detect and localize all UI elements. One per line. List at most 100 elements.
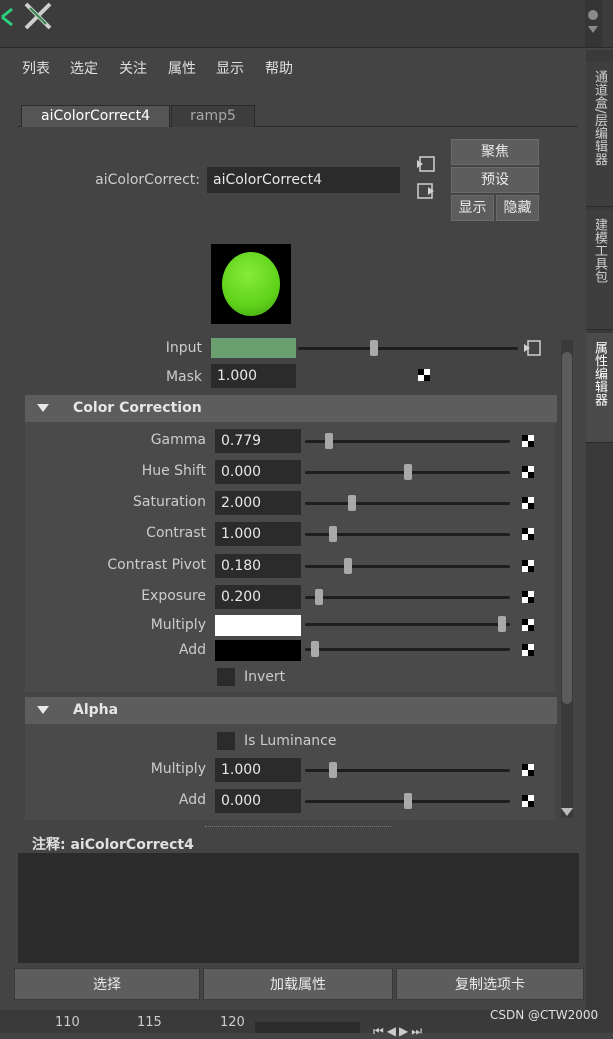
focus-button[interactable]: 聚焦 bbox=[451, 139, 539, 165]
cc-multiply-slider-handle[interactable] bbox=[498, 616, 506, 632]
cc-slider-handle[interactable] bbox=[325, 433, 333, 449]
side-tab-channel-box[interactable]: 通道盒/层编辑器 bbox=[586, 62, 613, 207]
collapse-triangle-icon[interactable] bbox=[37, 404, 49, 412]
input-slider-handle[interactable] bbox=[370, 340, 378, 356]
cc-slider-handle[interactable] bbox=[315, 589, 323, 605]
timeline-tick: 115 bbox=[137, 1015, 162, 1030]
arrow-icon[interactable] bbox=[0, 4, 18, 30]
alpha-map-icon[interactable] bbox=[522, 795, 534, 807]
menu-attributes[interactable]: 属性 bbox=[168, 58, 196, 78]
cc-label: Exposure bbox=[141, 588, 206, 604]
cc-slider-track[interactable] bbox=[305, 596, 510, 599]
side-tab-attribute-editor[interactable]: 属性编辑器 bbox=[586, 333, 613, 443]
alpha-value-field[interactable]: 1.000 bbox=[215, 758, 301, 782]
cc-map-icon[interactable] bbox=[522, 435, 534, 447]
menu-focus[interactable]: 关注 bbox=[119, 58, 147, 78]
cc-label: Contrast Pivot bbox=[107, 557, 206, 573]
frame-field[interactable] bbox=[255, 1022, 360, 1033]
node-name-label: aiColorCorrect: bbox=[95, 172, 200, 188]
show-button[interactable]: 显示 bbox=[451, 195, 494, 221]
cc-add-label: Add bbox=[178, 642, 206, 658]
cc-slider-handle[interactable] bbox=[404, 464, 412, 480]
invert-label: Invert bbox=[244, 669, 286, 685]
cc-slider-track[interactable] bbox=[305, 565, 510, 568]
cc-map-icon[interactable] bbox=[522, 497, 534, 509]
toolbar-scrollbar[interactable] bbox=[585, 0, 602, 47]
playback-controls-icon[interactable]: ⏮◀▶⏭ bbox=[373, 1024, 425, 1039]
menu-show[interactable]: 显示 bbox=[216, 58, 244, 78]
cc-label: Gamma bbox=[150, 432, 206, 448]
cc-multiply-color[interactable] bbox=[215, 615, 301, 636]
cc-slider-handle[interactable] bbox=[344, 558, 352, 574]
copy-tab-button[interactable]: 复制选项卡 bbox=[396, 968, 584, 1000]
side-tab-modeling-toolkit[interactable]: 建模工具包 bbox=[586, 210, 613, 330]
side-tabs: 通道盒/层编辑器 建模工具包 属性编辑器 bbox=[586, 50, 613, 1033]
cc-value-field[interactable]: 0.180 bbox=[215, 554, 301, 578]
scroll-down-icon[interactable] bbox=[588, 26, 598, 33]
cc-multiply-map-icon[interactable] bbox=[522, 619, 534, 631]
cc-slider-handle[interactable] bbox=[348, 495, 356, 511]
cc-value-field[interactable]: 1.000 bbox=[215, 522, 301, 546]
is-luminance-label: Is Luminance bbox=[244, 733, 337, 749]
mask-field[interactable]: 1.000 bbox=[211, 364, 296, 388]
cc-add-color[interactable] bbox=[215, 640, 301, 661]
hide-button[interactable]: 隐藏 bbox=[496, 195, 539, 221]
node-name-field[interactable]: aiColorCorrect4 bbox=[207, 167, 400, 193]
menu-list[interactable]: 列表 bbox=[22, 58, 50, 78]
cc-multiply-slider-track[interactable] bbox=[305, 623, 510, 626]
color-correction-header[interactable]: Color Correction bbox=[25, 395, 557, 422]
color-correction-title: Color Correction bbox=[73, 400, 202, 416]
timeline-tick: 120 bbox=[220, 1015, 245, 1030]
alpha-map-icon[interactable] bbox=[522, 764, 534, 776]
cc-slider-handle[interactable] bbox=[329, 526, 337, 542]
notes-label: 注释: aiColorCorrect4 bbox=[32, 837, 194, 853]
top-toolbar bbox=[0, 0, 613, 48]
presets-button[interactable]: 预设 bbox=[451, 167, 539, 193]
input-slider-track[interactable] bbox=[298, 347, 518, 350]
alpha-label: Add bbox=[178, 792, 206, 808]
splitter-handle[interactable] bbox=[205, 826, 391, 827]
cc-value-field[interactable]: 0.779 bbox=[215, 429, 301, 453]
cc-map-icon[interactable] bbox=[522, 560, 534, 572]
timeline-tick: 110 bbox=[55, 1015, 80, 1030]
cc-add-slider-track[interactable] bbox=[305, 648, 510, 651]
cc-map-icon[interactable] bbox=[522, 528, 534, 540]
output-connection-icon[interactable] bbox=[416, 182, 436, 200]
collapse-triangle-icon[interactable] bbox=[37, 706, 49, 714]
cc-label: Contrast bbox=[146, 525, 206, 541]
cc-slider-track[interactable] bbox=[305, 502, 510, 505]
cc-add-map-icon[interactable] bbox=[522, 644, 534, 656]
alpha-header[interactable]: Alpha bbox=[25, 697, 557, 724]
scroll-dot bbox=[588, 10, 598, 20]
menu-bar: 列表 选定 关注 属性 显示 帮助 bbox=[14, 50, 586, 84]
cc-add-slider-handle[interactable] bbox=[311, 641, 319, 657]
load-attributes-button[interactable]: 加载属性 bbox=[203, 968, 393, 1000]
cc-map-icon[interactable] bbox=[522, 466, 534, 478]
input-connect-icon[interactable] bbox=[522, 339, 542, 357]
tab-ramp[interactable]: ramp5 bbox=[171, 105, 255, 127]
cc-value-field[interactable]: 2.000 bbox=[215, 491, 301, 515]
cc-slider-track[interactable] bbox=[305, 440, 510, 443]
alpha-value-field[interactable]: 0.000 bbox=[215, 789, 301, 813]
mask-map-icon[interactable] bbox=[418, 369, 430, 381]
tool-icon[interactable] bbox=[22, 0, 56, 32]
mask-label: Mask bbox=[165, 369, 202, 385]
input-connection-icon[interactable] bbox=[416, 155, 436, 173]
scroll-down-icon[interactable] bbox=[561, 808, 573, 816]
editor-scroll-thumb[interactable] bbox=[562, 352, 572, 704]
is-luminance-checkbox[interactable] bbox=[217, 732, 235, 750]
alpha-label: Multiply bbox=[150, 761, 206, 777]
cc-map-icon[interactable] bbox=[522, 591, 534, 603]
tab-aicolorcorrect[interactable]: aiColorCorrect4 bbox=[21, 105, 170, 127]
alpha-title: Alpha bbox=[73, 702, 119, 718]
alpha-slider-handle[interactable] bbox=[404, 793, 412, 809]
cc-value-field[interactable]: 0.000 bbox=[215, 460, 301, 484]
select-button[interactable]: 选择 bbox=[14, 968, 200, 1000]
cc-value-field[interactable]: 0.200 bbox=[215, 585, 301, 609]
invert-checkbox[interactable] bbox=[217, 668, 235, 686]
menu-selected[interactable]: 选定 bbox=[70, 58, 98, 78]
input-color-swatch[interactable] bbox=[211, 338, 296, 358]
menu-help[interactable]: 帮助 bbox=[265, 58, 293, 78]
alpha-slider-handle[interactable] bbox=[329, 762, 337, 778]
notes-textarea[interactable] bbox=[18, 853, 579, 963]
